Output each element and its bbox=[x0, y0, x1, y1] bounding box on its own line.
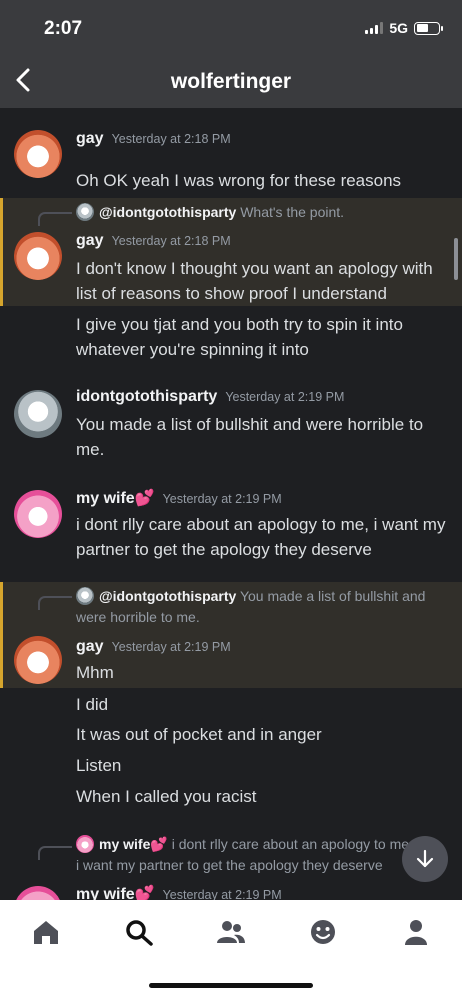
timestamp: Yesterday at 2:18 PM bbox=[111, 234, 231, 248]
heart-emoji: 💕 bbox=[134, 490, 155, 507]
status-indicators: 5G bbox=[365, 20, 443, 36]
emoji-icon[interactable] bbox=[308, 918, 338, 946]
message-text: i dont rlly care about an apology to me,… bbox=[76, 515, 446, 559]
status-time: 2:07 bbox=[44, 18, 83, 39]
author-line: my wife💕 Yesterday at 2:19 PM bbox=[76, 884, 282, 900]
message-highlighted[interactable]: @idontgotothisparty You made a list of b… bbox=[0, 582, 462, 688]
message-followup: I give you tjat and you both try to spin… bbox=[76, 315, 403, 359]
network-label: 5G bbox=[389, 20, 408, 36]
reply-spine bbox=[38, 212, 72, 226]
timestamp: Yesterday at 2:19 PM bbox=[225, 390, 345, 404]
author-name[interactable]: my wife bbox=[76, 886, 135, 900]
timestamp: Yesterday at 2:19 PM bbox=[162, 492, 282, 506]
signal-icon bbox=[365, 22, 384, 34]
reply-preview[interactable]: @idontgotothisparty You made a list of b… bbox=[76, 586, 452, 628]
avatar[interactable] bbox=[14, 886, 62, 900]
author-name[interactable]: my wife bbox=[76, 490, 135, 507]
author-line: gay Yesterday at 2:18 PM bbox=[76, 130, 231, 148]
reply-preview[interactable]: my wife💕 i dont rlly care about an apolo… bbox=[76, 834, 416, 876]
message[interactable]: my wife💕 i dont rlly care about an apolo… bbox=[0, 830, 462, 900]
message-text: You made a list of bullshit and were hor… bbox=[76, 415, 424, 459]
reply-text: What's the point. bbox=[240, 204, 345, 220]
arrow-down-icon bbox=[416, 849, 434, 868]
channel-title: wolfertinger bbox=[170, 70, 292, 93]
author-line: gay Yesterday at 2:19 PM bbox=[76, 638, 231, 656]
reply-spine bbox=[38, 596, 72, 610]
author-name[interactable]: gay bbox=[76, 638, 104, 655]
message[interactable]: my wife💕 Yesterday at 2:19 PM i dont rlly… bbox=[0, 486, 462, 566]
timestamp: Yesterday at 2:19 PM bbox=[111, 640, 231, 654]
author-name[interactable]: gay bbox=[76, 130, 104, 147]
home-icon[interactable] bbox=[31, 918, 61, 946]
profile-icon[interactable] bbox=[401, 918, 431, 946]
battery-icon bbox=[414, 21, 443, 35]
message-followup: Listen bbox=[76, 756, 122, 775]
reply-author: my wife bbox=[99, 836, 151, 852]
avatar[interactable] bbox=[14, 232, 62, 280]
avatar[interactable] bbox=[14, 130, 62, 178]
scrollbar[interactable] bbox=[454, 238, 458, 280]
avatar[interactable] bbox=[14, 390, 62, 438]
message-text: I don't know I thought you want an apolo… bbox=[76, 259, 433, 303]
avatar[interactable] bbox=[14, 636, 62, 684]
message-text: Mhm bbox=[76, 663, 114, 682]
heart-emoji: 💕 bbox=[134, 886, 155, 900]
jump-to-latest-button[interactable] bbox=[402, 836, 448, 882]
reply-avatar bbox=[76, 587, 94, 605]
author-name[interactable]: gay bbox=[76, 232, 104, 249]
heart-emoji: 💕 bbox=[150, 836, 168, 852]
reply-avatar bbox=[76, 835, 94, 853]
message-followup: When I called you racist bbox=[76, 787, 257, 806]
timestamp: Yesterday at 2:18 PM bbox=[111, 132, 231, 146]
message[interactable]: gay Yesterday at 2:18 PM Oh OK yeah I was… bbox=[0, 126, 462, 190]
reply-author: @idontgotothisparty bbox=[99, 204, 237, 220]
author-name[interactable]: idontgotothisparty bbox=[76, 388, 217, 405]
message[interactable]: idontgotothisparty Yesterday at 2:19 PM Y… bbox=[0, 386, 462, 466]
top-bar: 2:07 5G wolfertinger bbox=[0, 0, 462, 108]
author-line: my wife💕 Yesterday at 2:19 PM bbox=[76, 488, 282, 508]
reply-spine bbox=[38, 846, 72, 860]
author-line: gay Yesterday at 2:18 PM bbox=[76, 232, 231, 250]
search-icon[interactable] bbox=[124, 918, 154, 946]
timestamp: Yesterday at 2:19 PM bbox=[162, 888, 282, 900]
message-list[interactable]: gay Yesterday at 2:18 PM Oh OK yeah I was… bbox=[0, 108, 462, 900]
author-line: idontgotothisparty Yesterday at 2:19 PM bbox=[76, 388, 344, 406]
message-text: Oh OK yeah I was wrong for these reasons bbox=[76, 171, 402, 190]
reply-preview[interactable]: @idontgotothisparty What's the point. bbox=[76, 202, 452, 223]
reply-author: @idontgotothisparty bbox=[99, 588, 237, 604]
message-followup: It was out of pocket and in anger bbox=[76, 725, 322, 744]
avatar[interactable] bbox=[14, 490, 62, 538]
reply-avatar bbox=[76, 203, 94, 221]
message-highlighted[interactable]: @idontgotothisparty What's the point. ga… bbox=[0, 198, 462, 306]
friends-icon[interactable] bbox=[216, 918, 246, 946]
message-followup: I did bbox=[76, 695, 109, 714]
home-indicator bbox=[149, 983, 313, 988]
